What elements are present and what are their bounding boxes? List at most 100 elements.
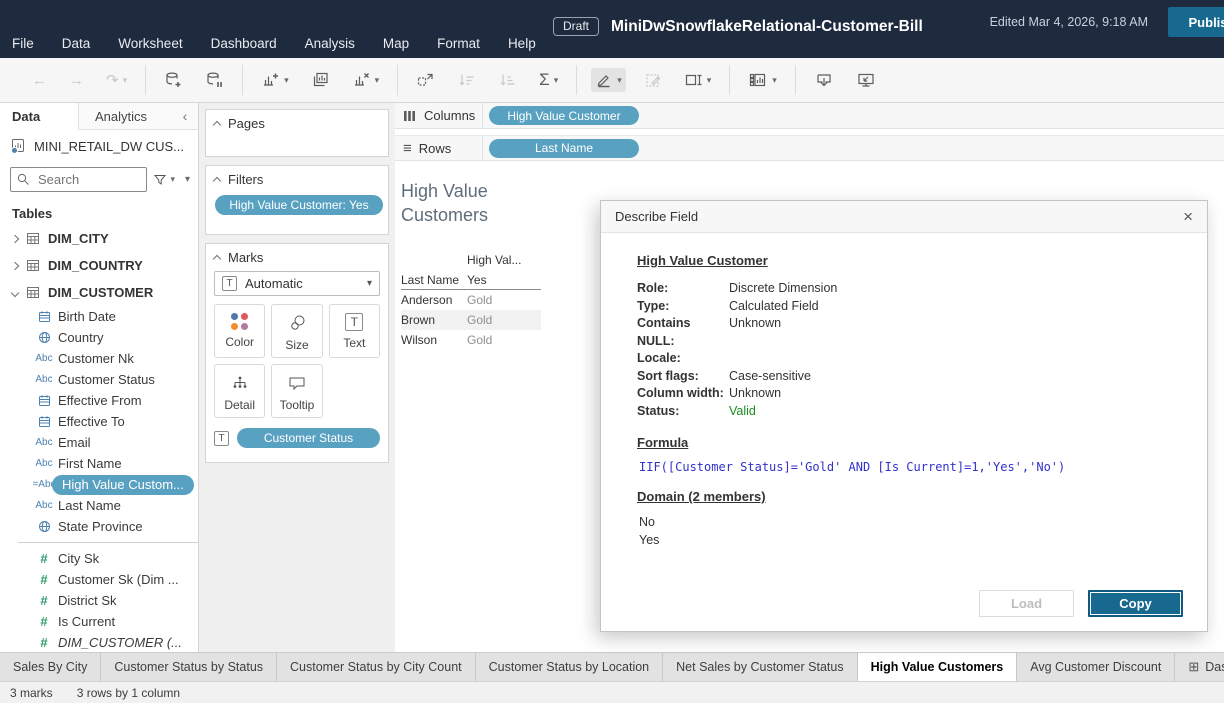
datasource-item[interactable]: MINI_RETAIL_DW CUS... bbox=[0, 130, 198, 161]
columns-pill-high-value-customer[interactable]: High Value Customer bbox=[489, 106, 639, 125]
filter-fields-icon[interactable]: ▾ bbox=[153, 173, 175, 186]
filter-pill-high-value-customer[interactable]: High Value Customer: Yes bbox=[215, 195, 383, 215]
table-icon bbox=[26, 286, 40, 299]
sheet-tab[interactable]: Customer Status by City Count bbox=[277, 653, 476, 681]
menu-bar: File Data Worksheet Dashboard Analysis Map For… bbox=[12, 36, 536, 51]
menu-item[interactable]: Dashboard bbox=[211, 36, 277, 51]
copy-button[interactable]: Copy bbox=[1088, 590, 1183, 617]
duplicate-sheet-icon[interactable] bbox=[307, 68, 334, 92]
field-item[interactable]: =Abc High Value Custom... bbox=[0, 474, 198, 495]
table-item-dim-country[interactable]: DIM_COUNTRY bbox=[0, 252, 198, 279]
property-row: Status: Valid bbox=[637, 403, 1171, 421]
column-field-header[interactable]: High Val... bbox=[467, 250, 541, 270]
cell-size-icon[interactable]: ▾ bbox=[680, 68, 716, 92]
domain-heading: Domain (2 members) bbox=[637, 489, 1171, 504]
undo-icon[interactable]: ← bbox=[28, 69, 51, 92]
status-bar: 3 marks 3 rows by 1 column bbox=[0, 681, 1224, 703]
field-item[interactable]: State Province bbox=[0, 516, 198, 537]
table-row[interactable]: Wilson Gold bbox=[401, 330, 541, 350]
field-item[interactable]: # Customer Sk (Dim ... bbox=[0, 569, 198, 590]
search-row: ▾ ▾ bbox=[10, 167, 190, 192]
detail-button[interactable]: Detail bbox=[214, 364, 265, 418]
field-item[interactable]: Effective To bbox=[0, 411, 198, 432]
field-item[interactable]: # City Sk bbox=[0, 548, 198, 569]
fit-selector-icon[interactable]: ▾ bbox=[744, 68, 781, 92]
color-button[interactable]: Color bbox=[214, 304, 265, 358]
menu-item[interactable]: Data bbox=[62, 36, 91, 51]
menu-item[interactable]: File bbox=[12, 36, 34, 51]
replay-icon[interactable]: ↷▾ bbox=[102, 68, 131, 92]
sheet-tab[interactable]: Sales By City bbox=[0, 653, 101, 681]
menu-item[interactable]: Worksheet bbox=[118, 36, 182, 51]
menu-item[interactable]: Format bbox=[437, 36, 480, 51]
field-item[interactable]: Country bbox=[0, 327, 198, 348]
toolbar: ← → ↷▾ ▾ ▾ bbox=[0, 58, 1224, 103]
chevron-right-icon bbox=[11, 234, 19, 242]
annotate-icon[interactable] bbox=[640, 68, 666, 92]
sort-descending-icon[interactable] bbox=[494, 68, 521, 92]
collapse-card-icon[interactable] bbox=[213, 255, 221, 263]
sort-ascending-icon[interactable] bbox=[453, 68, 480, 92]
close-icon[interactable]: × bbox=[1183, 208, 1193, 225]
tab-data[interactable]: Data bbox=[0, 103, 78, 130]
field-item[interactable]: Effective From bbox=[0, 390, 198, 411]
download-icon[interactable] bbox=[810, 68, 838, 92]
table-row[interactable]: Anderson Gold bbox=[401, 290, 541, 310]
presentation-mode-icon[interactable] bbox=[852, 68, 880, 92]
rows-pill-last-name[interactable]: Last Name bbox=[489, 139, 639, 158]
mark-type-dropdown[interactable]: T Automatic ▾ bbox=[214, 271, 380, 296]
calendar-icon bbox=[30, 310, 58, 323]
sheet-tab[interactable]: Customer Status by Status bbox=[101, 653, 277, 681]
field-item[interactable]: # Is Current bbox=[0, 611, 198, 632]
grid-size: 3 rows by 1 column bbox=[77, 686, 180, 700]
rows-shelf: ≡ Rows Last Name bbox=[395, 135, 1224, 161]
new-worksheet-icon[interactable]: ▾ bbox=[257, 68, 293, 92]
pause-auto-updates-icon[interactable] bbox=[201, 68, 228, 92]
sheet-tab[interactable]: ⊞ Dashboard - Bill bbox=[1175, 653, 1224, 681]
collapse-card-icon[interactable] bbox=[213, 121, 221, 129]
text-button[interactable]: T Text bbox=[329, 304, 380, 358]
field-item[interactable]: # DIM_CUSTOMER (... bbox=[0, 632, 198, 652]
tooltip-button[interactable]: Tooltip bbox=[271, 364, 322, 418]
clear-sheet-icon[interactable]: ▾ bbox=[348, 68, 384, 92]
highlight-icon[interactable]: ▾ bbox=[591, 68, 626, 92]
field-item[interactable]: Abc Email bbox=[0, 432, 198, 453]
field-item[interactable]: Abc Customer Nk bbox=[0, 348, 198, 369]
field-item[interactable]: Abc Last Name bbox=[0, 495, 198, 516]
load-button[interactable]: Load bbox=[979, 590, 1074, 617]
field-item[interactable]: Abc Customer Status bbox=[0, 369, 198, 390]
field-item[interactable]: # District Sk bbox=[0, 590, 198, 611]
columns-label: Columns bbox=[424, 108, 475, 123]
redo-icon[interactable]: → bbox=[65, 69, 88, 92]
sheet-tab[interactable]: Avg Customer Discount bbox=[1017, 653, 1175, 681]
pane-options-icon[interactable]: ▾ bbox=[185, 174, 190, 185]
marks-pill-customer-status[interactable]: Customer Status bbox=[237, 428, 380, 448]
publish-button[interactable]: Publish bbox=[1168, 7, 1224, 37]
sheet-tab[interactable]: High Value Customers bbox=[858, 653, 1018, 681]
tab-analytics[interactable]: Analytics bbox=[78, 103, 172, 130]
collapse-card-icon[interactable] bbox=[213, 177, 221, 185]
domain-member: Yes bbox=[639, 532, 1171, 550]
menu-item[interactable]: Analysis bbox=[305, 36, 355, 51]
new-data-source-icon[interactable] bbox=[160, 68, 187, 92]
table-row[interactable]: Brown Gold bbox=[401, 310, 541, 330]
size-button[interactable]: Size bbox=[271, 304, 322, 358]
sheet-tab[interactable]: Net Sales by Customer Status bbox=[663, 653, 857, 681]
sheet-tab[interactable]: Customer Status by Location bbox=[476, 653, 664, 681]
column-value-header[interactable]: Yes bbox=[467, 270, 541, 289]
abc-icon: Abc bbox=[30, 374, 58, 385]
swap-rows-columns-icon[interactable] bbox=[412, 68, 439, 92]
pane-tabs: Data Analytics ‹ bbox=[0, 103, 198, 130]
table-item-dim-city[interactable]: DIM_CITY bbox=[0, 225, 198, 252]
field-item[interactable]: Abc First Name bbox=[0, 453, 198, 474]
show-totals-icon[interactable]: Σ▾ bbox=[535, 67, 562, 93]
search-input[interactable] bbox=[36, 171, 116, 188]
field-item[interactable]: Birth Date bbox=[0, 306, 198, 327]
search-box[interactable] bbox=[10, 167, 147, 192]
table-item-dim-customer[interactable]: DIM_CUSTOMER bbox=[0, 279, 198, 306]
menu-item[interactable]: Help bbox=[508, 36, 536, 51]
menu-item[interactable]: Map bbox=[383, 36, 409, 51]
collapse-pane-icon[interactable]: ‹ bbox=[172, 103, 198, 130]
rows-icon: ≡ bbox=[403, 140, 412, 157]
row-field-header[interactable]: Last Name bbox=[401, 270, 467, 289]
